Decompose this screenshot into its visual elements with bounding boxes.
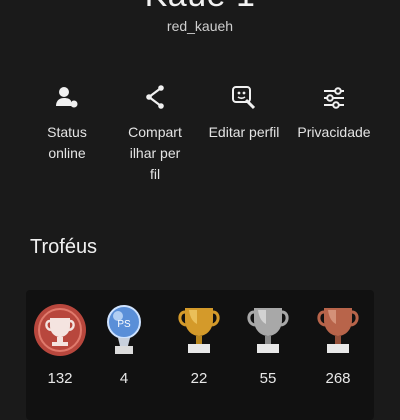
share-profile-button[interactable]: Compartilhar perfil (110, 84, 200, 185)
sliders-icon (324, 87, 344, 109)
trophies-heading: Troféus (30, 236, 98, 258)
person-status-icon (56, 87, 78, 108)
status-online-button[interactable]: Status online (22, 84, 112, 164)
display-name: Kaue 1 (0, 0, 400, 15)
bronze-trophy-icon (317, 308, 359, 353)
silver-count: 55 (259, 370, 277, 387)
trophy-level-count: 132 (47, 370, 73, 387)
trophy-silver: 55 (238, 302, 298, 387)
svg-text:PS: PS (117, 319, 131, 330)
bronze-count: 268 (325, 370, 351, 387)
gold-count: 22 (190, 370, 208, 387)
share-icon (146, 85, 164, 109)
platinum-trophy-icon: PS (107, 305, 141, 354)
trophy-gold: 22 (169, 302, 229, 387)
edit-profile-icon (232, 86, 256, 110)
privacy-label: Privacidade (297, 124, 371, 140)
silver-trophy-icon (247, 308, 289, 353)
trophy-bronze: 268 (308, 302, 368, 387)
gold-trophy-icon (178, 308, 220, 353)
share-profile-label: Compartilhar perfil (128, 124, 182, 182)
platinum-count: 4 (119, 370, 129, 387)
profile-actions: Status online Compartilhar perfil Editar… (0, 84, 400, 194)
edit-profile-label: Editar perfil (208, 124, 280, 140)
status-online-label: Status online (47, 124, 87, 161)
trophy-platinum: PS 4 (94, 302, 154, 387)
edit-profile-button[interactable]: Editar perfil (199, 84, 289, 143)
trophy-summary-card[interactable]: 132 PS 4 22 55 268 (26, 290, 374, 420)
username: red_kaueh (166, 18, 234, 34)
privacy-button[interactable]: Privacidade (289, 84, 379, 143)
trophy-level: 132 (30, 302, 90, 387)
trophy-level-badge-icon (34, 304, 86, 356)
